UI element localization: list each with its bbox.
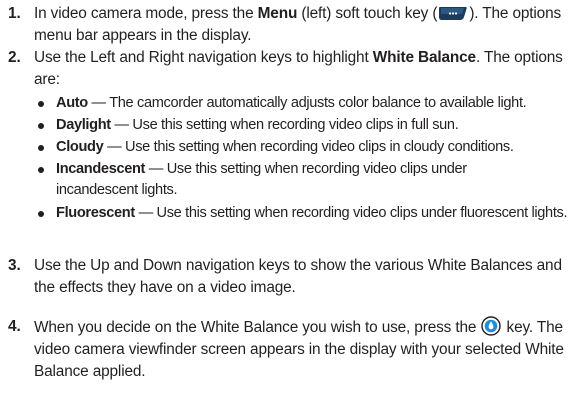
option-desc: — The camcorder automatically adjusts co… xyxy=(87,95,527,111)
list-item: Cloudy — Use this setting when recording… xyxy=(0,137,585,158)
option-desc: — Use this setting when recording video … xyxy=(103,139,514,155)
step-text: When you decide on the White Balance you… xyxy=(34,316,579,383)
option-name: Daylight xyxy=(56,117,111,133)
step-text: In video camera mode, press the Menu (le… xyxy=(34,5,562,44)
option-desc: — Use this setting when recording video … xyxy=(134,205,568,221)
step-4: 4. When you decide on the White Balance … xyxy=(0,316,585,383)
bullet-icon xyxy=(38,123,44,129)
list-item: Fluorescent — Use this setting when reco… xyxy=(0,203,585,224)
option-desc: — Use this setting when recording video … xyxy=(110,117,459,133)
ok-key-icon xyxy=(481,316,502,336)
option-name: Incandescent xyxy=(56,161,146,177)
menu-keyword: Menu xyxy=(257,5,298,22)
list-item: Incandescent — Use this setting when rec… xyxy=(0,159,585,201)
step-text: Use the Left and Right navigation keys t… xyxy=(34,49,563,88)
option-name: Cloudy xyxy=(56,139,104,155)
bullet-icon xyxy=(38,167,44,173)
white-balance-keyword: White Balance xyxy=(372,49,476,66)
bullet-icon xyxy=(38,211,44,217)
step-3: 3. Use the Up and Down navigation keys t… xyxy=(0,255,585,299)
bullet-icon xyxy=(38,145,44,151)
instruction-page: 1. In video camera mode, press the Menu … xyxy=(0,0,585,410)
option-name: Auto xyxy=(56,95,88,111)
step-number: 2. xyxy=(8,49,21,66)
step-number: 3. xyxy=(8,257,21,274)
step-number: 1. xyxy=(8,5,21,22)
step-number: 4. xyxy=(8,318,21,335)
bullet-icon xyxy=(38,101,44,107)
option-name: Fluorescent xyxy=(56,205,135,221)
menu-soft-key-icon xyxy=(439,7,467,20)
step-1: 1. In video camera mode, press the Menu … xyxy=(0,3,585,47)
step-2: 2. Use the Left and Right navigation key… xyxy=(0,47,585,91)
list-item: Daylight — Use this setting when recordi… xyxy=(0,115,585,136)
step-text: Use the Up and Down navigation keys to s… xyxy=(34,257,562,296)
list-item: Auto — The camcorder automatically adjus… xyxy=(0,93,585,114)
